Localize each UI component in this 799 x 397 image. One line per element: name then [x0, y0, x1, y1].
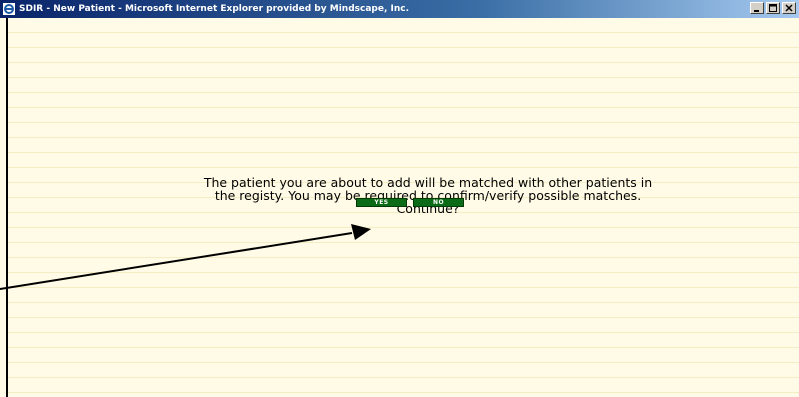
minimize-icon [754, 10, 759, 12]
no-button[interactable]: NO [413, 198, 464, 207]
page-content: The patient you are about to add will be… [6, 18, 799, 397]
maximize-button[interactable] [766, 2, 780, 14]
title-bar[interactable]: SDIR - New Patient - Microsoft Internet … [0, 0, 799, 18]
match-warning-message: The patient you are about to add will be… [108, 176, 748, 215]
close-icon [785, 4, 793, 12]
close-button[interactable] [782, 2, 796, 14]
maximize-icon [769, 4, 777, 12]
minimize-button[interactable] [750, 2, 764, 14]
window-title: SDIR - New Patient - Microsoft Internet … [19, 4, 410, 14]
confirm-buttons: YES NO [356, 198, 464, 207]
window-controls [750, 2, 796, 14]
yes-button[interactable]: YES [356, 198, 407, 207]
ie-icon [3, 3, 15, 15]
browser-window: SDIR - New Patient - Microsoft Internet … [0, 0, 799, 397]
